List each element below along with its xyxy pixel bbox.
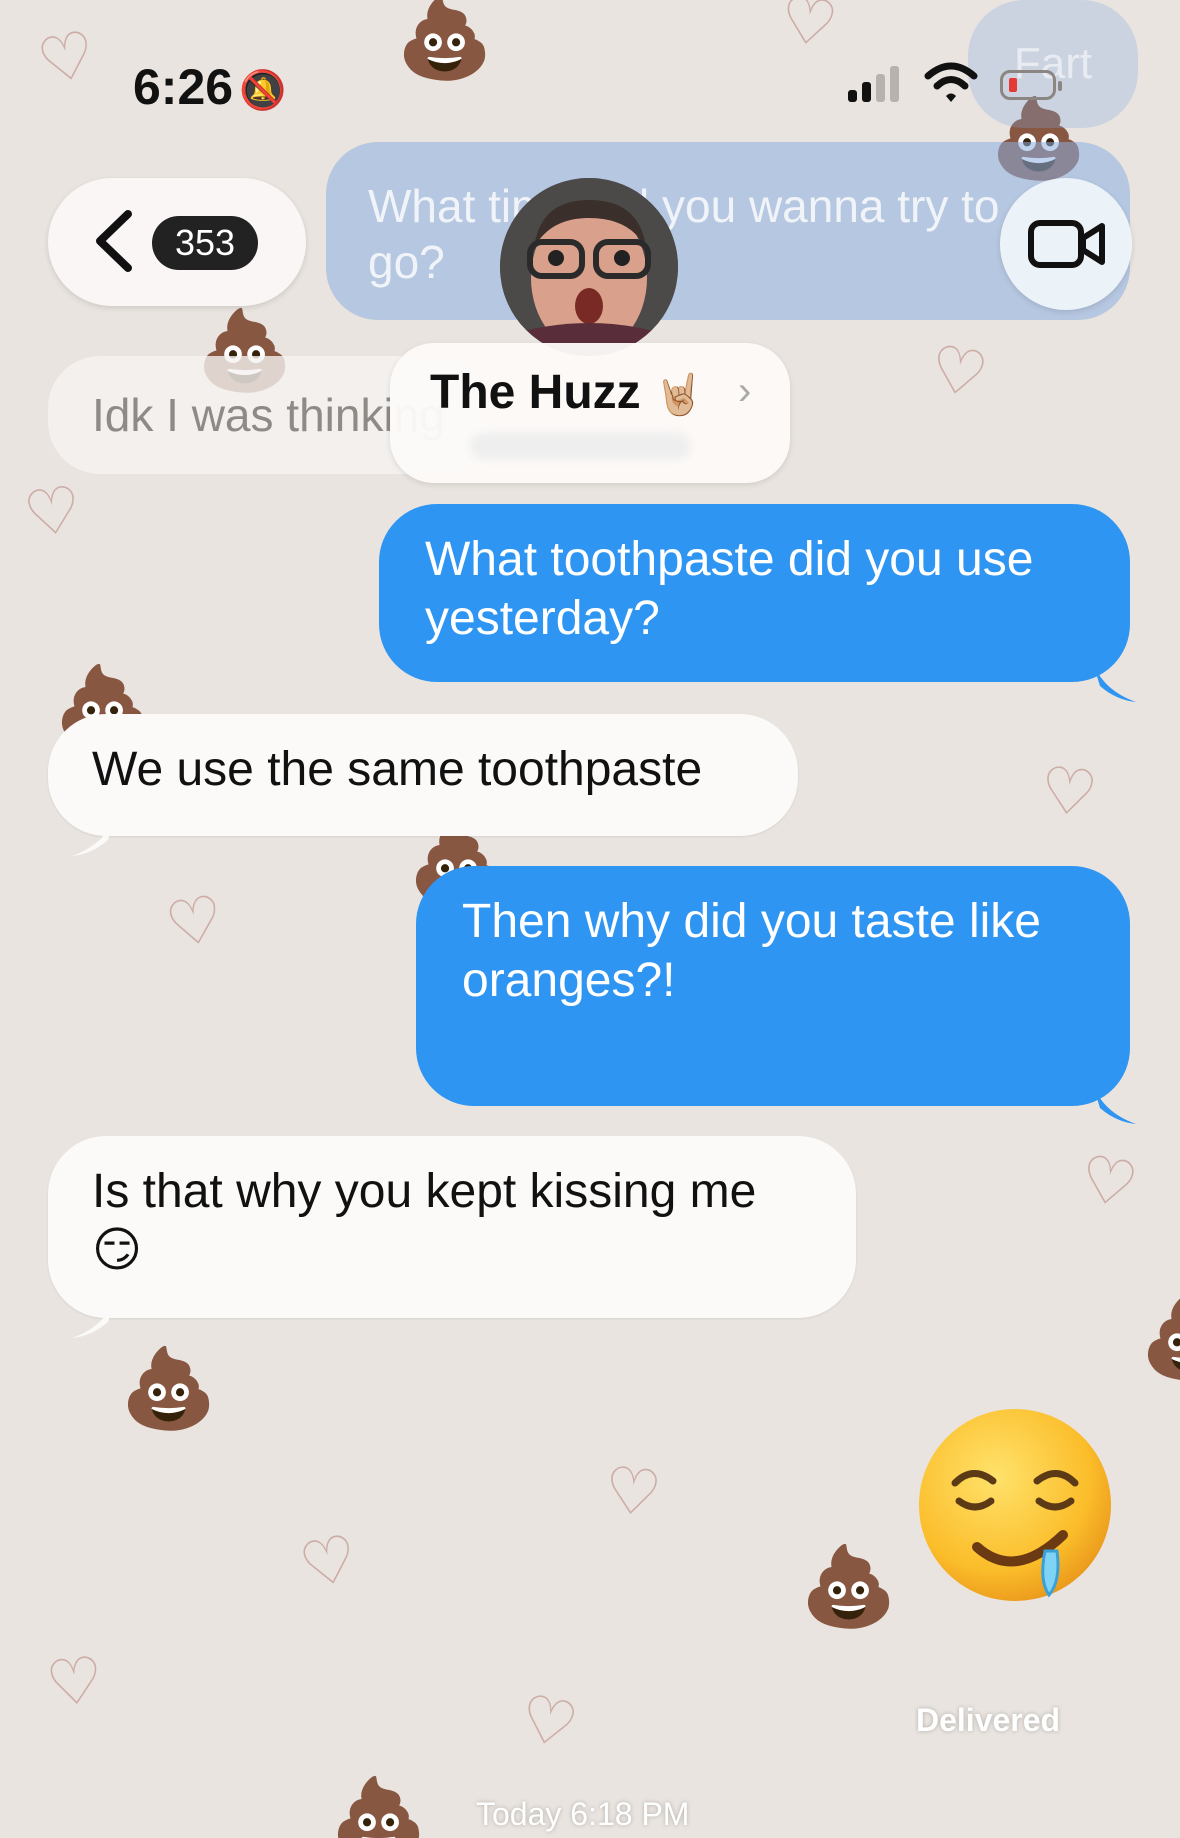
heart-decoration: ♡ <box>600 1453 665 1531</box>
poo-emoji-decoration: 💩 <box>396 0 494 84</box>
incoming-message-bubble[interactable]: Is that why you kept kissing me 😏 <box>48 1136 856 1318</box>
battery-icon <box>1000 70 1062 100</box>
bell-slash-icon: 🔕 <box>239 69 287 112</box>
contact-name-button[interactable]: The Huzz 🤘🏼 › <box>390 343 790 483</box>
unread-count-badge: 353 <box>152 216 258 270</box>
message-text: What toothpaste did you use yesterday? <box>425 533 1034 645</box>
contact-name-text: The Huzz <box>430 366 641 419</box>
outgoing-message-bubble[interactable]: What toothpaste did you use yesterday? <box>379 504 1130 682</box>
cellular-signal-icon <box>848 66 899 102</box>
heart-decoration: ♡ <box>19 472 87 552</box>
poo-emoji-decoration: 💩 <box>1140 1300 1180 1378</box>
bubble-tail <box>72 814 116 856</box>
heart-decoration: ♡ <box>42 1643 107 1721</box>
delivered-status: Delivered <box>916 1702 1061 1738</box>
bubble-tail <box>72 1296 116 1338</box>
facetime-video-button[interactable] <box>1000 178 1132 310</box>
rock-on-hand-emoji: 🤘🏼 <box>654 373 704 417</box>
smirk-emoji: 😏 <box>92 1224 143 1277</box>
message-text: We use the same toothpaste <box>92 743 703 796</box>
faded-message: Fart <box>968 0 1138 128</box>
message-timestamp: Today 6:18 PM <box>476 1796 690 1832</box>
bubble-tail <box>1092 660 1136 702</box>
chevron-right-icon: › <box>738 369 752 413</box>
heart-decoration: ♡ <box>924 331 994 413</box>
status-bar-time: 6:26 🔕 <box>133 58 286 116</box>
heart-decoration: ♡ <box>31 16 103 100</box>
contact-avatar[interactable] <box>500 178 678 356</box>
avatar-photo <box>500 178 678 356</box>
heart-decoration: ♡ <box>293 1520 365 1604</box>
heart-decoration: ♡ <box>513 1680 585 1764</box>
back-button[interactable]: 353 <box>48 178 306 306</box>
wifi-icon <box>924 62 978 102</box>
message-text: Then why did you taste like oranges?! <box>462 895 1041 1007</box>
message-text: Is that why you kept kissing me <box>92 1165 757 1218</box>
poo-emoji-decoration: 💩 <box>330 1774 428 1838</box>
outgoing-message-bubble[interactable]: Then why did you taste like oranges?! <box>416 866 1130 1106</box>
heart-decoration: ♡ <box>1036 753 1101 831</box>
bubble-tail <box>1092 1082 1136 1124</box>
video-camera-icon <box>1028 220 1105 268</box>
drooling-face-emoji[interactable] <box>915 1405 1115 1605</box>
heart-decoration: ♡ <box>1074 1141 1144 1223</box>
heart-decoration: ♡ <box>160 881 230 963</box>
incoming-message-bubble[interactable]: We use the same toothpaste <box>48 714 798 836</box>
contact-name: The Huzz 🤘🏼 <box>430 365 704 420</box>
heart-decoration: ♡ <box>775 0 843 62</box>
contact-subtitle-redacted <box>470 433 690 459</box>
poo-emoji-decoration: 💩 <box>800 1542 898 1632</box>
clock-time: 6:26 <box>133 59 234 115</box>
poo-emoji-decoration: 💩 <box>120 1344 218 1434</box>
chevron-left-icon <box>96 210 132 272</box>
